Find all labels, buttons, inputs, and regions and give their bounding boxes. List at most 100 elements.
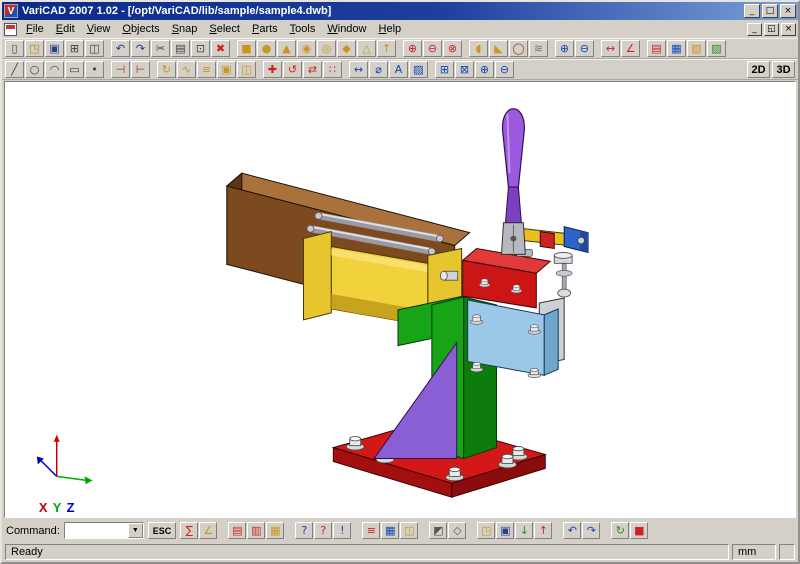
save-icon[interactable]: ▣ [45, 40, 64, 57]
import-icon[interactable]: ↓ [515, 522, 534, 539]
solid-extrude-icon[interactable]: ↑ [377, 40, 396, 57]
spindle-foot[interactable] [557, 288, 572, 298]
handle-grip[interactable] [501, 108, 525, 188]
document-icon[interactable] [4, 22, 17, 36]
minimize-button[interactable]: _ [744, 4, 760, 19]
blue-plate-side[interactable] [543, 308, 559, 377]
solid-box-icon[interactable]: ■ [237, 40, 256, 57]
layer-tool-icon[interactable]: ▥ [247, 522, 266, 539]
boolean-union-icon[interactable]: ⊕ [403, 40, 422, 57]
fillet-icon[interactable]: ◖ [469, 40, 488, 57]
copy-icon[interactable]: ▤ [171, 40, 190, 57]
display-settings-icon[interactable]: ▨ [707, 40, 726, 57]
list-icon[interactable]: ≡ [362, 522, 381, 539]
cylinder-left-flange[interactable] [302, 230, 332, 321]
shell-icon[interactable]: ▣ [217, 61, 236, 78]
redo-2-icon[interactable]: ↷ [582, 522, 601, 539]
mdi-minimize-button[interactable]: _ [747, 22, 762, 36]
wireframe-view-icon[interactable]: ◇ [448, 522, 467, 539]
boolean-subtract-icon[interactable]: ⊖ [423, 40, 442, 57]
menu-window[interactable]: Window [321, 21, 372, 37]
move-icon[interactable]: ✚ [263, 61, 282, 78]
mirror-icon[interactable]: ⇄ [303, 61, 322, 78]
dimension-icon[interactable]: ↔ [349, 61, 368, 78]
measure-angle-icon[interactable]: ∠ [621, 40, 640, 57]
arc-icon[interactable]: ◠ [45, 61, 64, 78]
calculator-icon[interactable]: ∑ [180, 522, 199, 539]
hole-icon[interactable]: ◯ [509, 40, 528, 57]
query-icon[interactable]: ? [314, 522, 333, 539]
grid-icon[interactable]: ▦ [667, 40, 686, 57]
menu-view[interactable]: View [81, 21, 117, 37]
hatch-icon[interactable]: ▨ [409, 61, 428, 78]
delete-icon[interactable]: ✖ [211, 40, 230, 57]
model-clamp-spindle[interactable] [553, 252, 573, 298]
command-dropdown-button[interactable]: ▼ [127, 523, 143, 538]
solid-cylinder-icon[interactable]: ● [257, 40, 276, 57]
undo-icon[interactable]: ↶ [111, 40, 130, 57]
maximize-button[interactable]: □ [762, 4, 778, 19]
menu-snap[interactable]: Snap [166, 21, 204, 37]
refresh-icon[interactable]: ↻ [611, 522, 630, 539]
handle-link[interactable] [504, 186, 522, 224]
zoom-out-2-icon[interactable]: ⊖ [495, 61, 514, 78]
line-icon[interactable]: ╱ [5, 61, 24, 78]
open-library-icon[interactable]: ◳ [477, 522, 496, 539]
stop-icon[interactable]: ■ [630, 522, 649, 539]
close-button[interactable]: × [780, 4, 796, 19]
undo-2-icon[interactable]: ↶ [563, 522, 582, 539]
menu-tools[interactable]: Tools [284, 21, 322, 37]
arm-pin[interactable] [577, 236, 585, 245]
model-scene[interactable]: X Y Z [5, 82, 795, 517]
model-clamp-handle[interactable] [500, 108, 526, 255]
loft-icon[interactable]: ≡ [197, 61, 216, 78]
solid-pyramid-icon[interactable]: △ [357, 40, 376, 57]
revolve-icon[interactable]: ↻ [157, 61, 176, 78]
zoom-in-2-icon[interactable]: ⊕ [475, 61, 494, 78]
solid-torus-icon[interactable]: ◎ [317, 40, 336, 57]
info-icon[interactable]: ! [333, 522, 352, 539]
esc-button[interactable]: ESC [147, 522, 177, 539]
attributes-icon[interactable]: ▤ [228, 522, 247, 539]
zoom-all-icon[interactable]: ⊠ [455, 61, 474, 78]
command-input[interactable] [64, 523, 128, 538]
rib-icon[interactable]: ◫ [237, 61, 256, 78]
table-icon[interactable]: ▦ [381, 522, 400, 539]
new-document-icon[interactable]: ▯ [5, 40, 24, 57]
menu-file[interactable]: File [20, 21, 50, 37]
extend-icon[interactable]: ⊢ [131, 61, 150, 78]
mdi-restore-button[interactable]: ◱ [764, 22, 779, 36]
export-icon[interactable]: ↑ [534, 522, 553, 539]
menu-parts[interactable]: Parts [246, 21, 284, 37]
thread-icon[interactable]: ≋ [529, 40, 548, 57]
zoom-in-icon[interactable]: ⊕ [555, 40, 574, 57]
view-3d-button[interactable]: 3D [772, 61, 795, 78]
solid-cone-icon[interactable]: ▲ [277, 40, 296, 57]
text-icon[interactable]: A [389, 61, 408, 78]
boolean-intersect-icon[interactable]: ⊗ [443, 40, 462, 57]
identify-icon[interactable]: ? [295, 522, 314, 539]
rectangle-icon[interactable]: ▭ [65, 61, 84, 78]
snap-settings-icon[interactable]: ▧ [687, 40, 706, 57]
point-icon[interactable]: • [85, 61, 104, 78]
mdi-close-button[interactable]: × [781, 22, 796, 36]
titlebar[interactable]: V VariCAD 2007 1.02 - [/opt/VariCAD/lib/… [2, 2, 798, 20]
arm-red-piece[interactable] [539, 231, 555, 250]
print-preview-icon[interactable]: ◫ [85, 40, 104, 57]
zoom-out-icon[interactable]: ⊖ [575, 40, 594, 57]
solid-sphere-icon[interactable]: ◉ [297, 40, 316, 57]
menu-help[interactable]: Help [373, 21, 408, 37]
shaded-view-icon[interactable]: ◩ [429, 522, 448, 539]
paste-icon[interactable]: ⊡ [191, 40, 210, 57]
pattern-icon[interactable]: ∷ [323, 61, 342, 78]
solid-prism-icon[interactable]: ◆ [337, 40, 356, 57]
sweep-icon[interactable]: ∿ [177, 61, 196, 78]
open-file-icon[interactable]: ◳ [25, 40, 44, 57]
measure-distance-icon[interactable]: ↔ [601, 40, 620, 57]
menu-objects[interactable]: Objects [116, 21, 165, 37]
angle-tool-icon[interactable]: ∠ [199, 522, 218, 539]
menu-select[interactable]: Select [203, 21, 246, 37]
bom-icon[interactable]: ◫ [400, 522, 419, 539]
layers-icon[interactable]: ▤ [647, 40, 666, 57]
resize-grip[interactable] [779, 544, 795, 560]
